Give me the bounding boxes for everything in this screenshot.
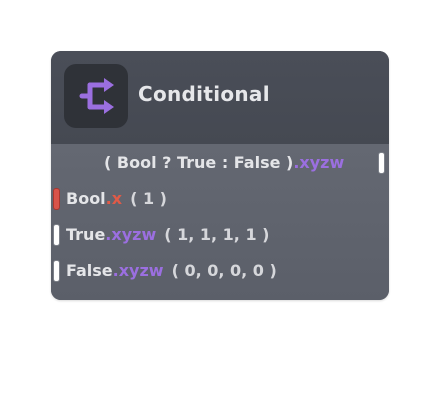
true-input-default[interactable]: ( 1, 1, 1, 1 ) — [164, 225, 269, 244]
output-label: ( Bool ? True : False ) — [104, 153, 294, 172]
true-input-row: True.xyzw ( 1, 1, 1, 1 ) — [66, 222, 269, 248]
output-row: ( Bool ? True : False ).xyzw — [104, 150, 344, 176]
true-input-swizzle: .xyzw — [105, 225, 157, 244]
node-body: ( Bool ? True : False ).xyzw Bool.x( 1 )… — [51, 144, 389, 300]
bool-input-default[interactable]: ( 1 ) — [130, 189, 167, 208]
output-port[interactable] — [378, 152, 385, 174]
bool-input-row: Bool.x ( 1 ) — [66, 186, 167, 212]
bool-input-port[interactable] — [53, 188, 60, 210]
conditional-node[interactable]: Conditional ( Bool ? True : False ).xyzw… — [51, 51, 389, 300]
node-title: Conditional — [138, 82, 270, 106]
false-input-row: False.xyzw ( 0, 0, 0, 0 ) — [66, 258, 277, 284]
false-input-default[interactable]: ( 0, 0, 0, 0 ) — [172, 261, 277, 280]
true-input-name: True — [66, 225, 106, 244]
bool-input-name: Bool — [66, 189, 106, 208]
false-input-name: False — [66, 261, 113, 280]
false-input-port[interactable] — [53, 260, 60, 282]
output-swizzle: .xyzw — [293, 153, 345, 172]
true-input-port[interactable] — [53, 224, 60, 246]
node-header[interactable]: Conditional — [51, 51, 389, 144]
bool-input-swizzle: .x — [105, 189, 123, 208]
false-input-swizzle: .xyzw — [112, 261, 164, 280]
conditional-branch-icon — [64, 64, 128, 128]
